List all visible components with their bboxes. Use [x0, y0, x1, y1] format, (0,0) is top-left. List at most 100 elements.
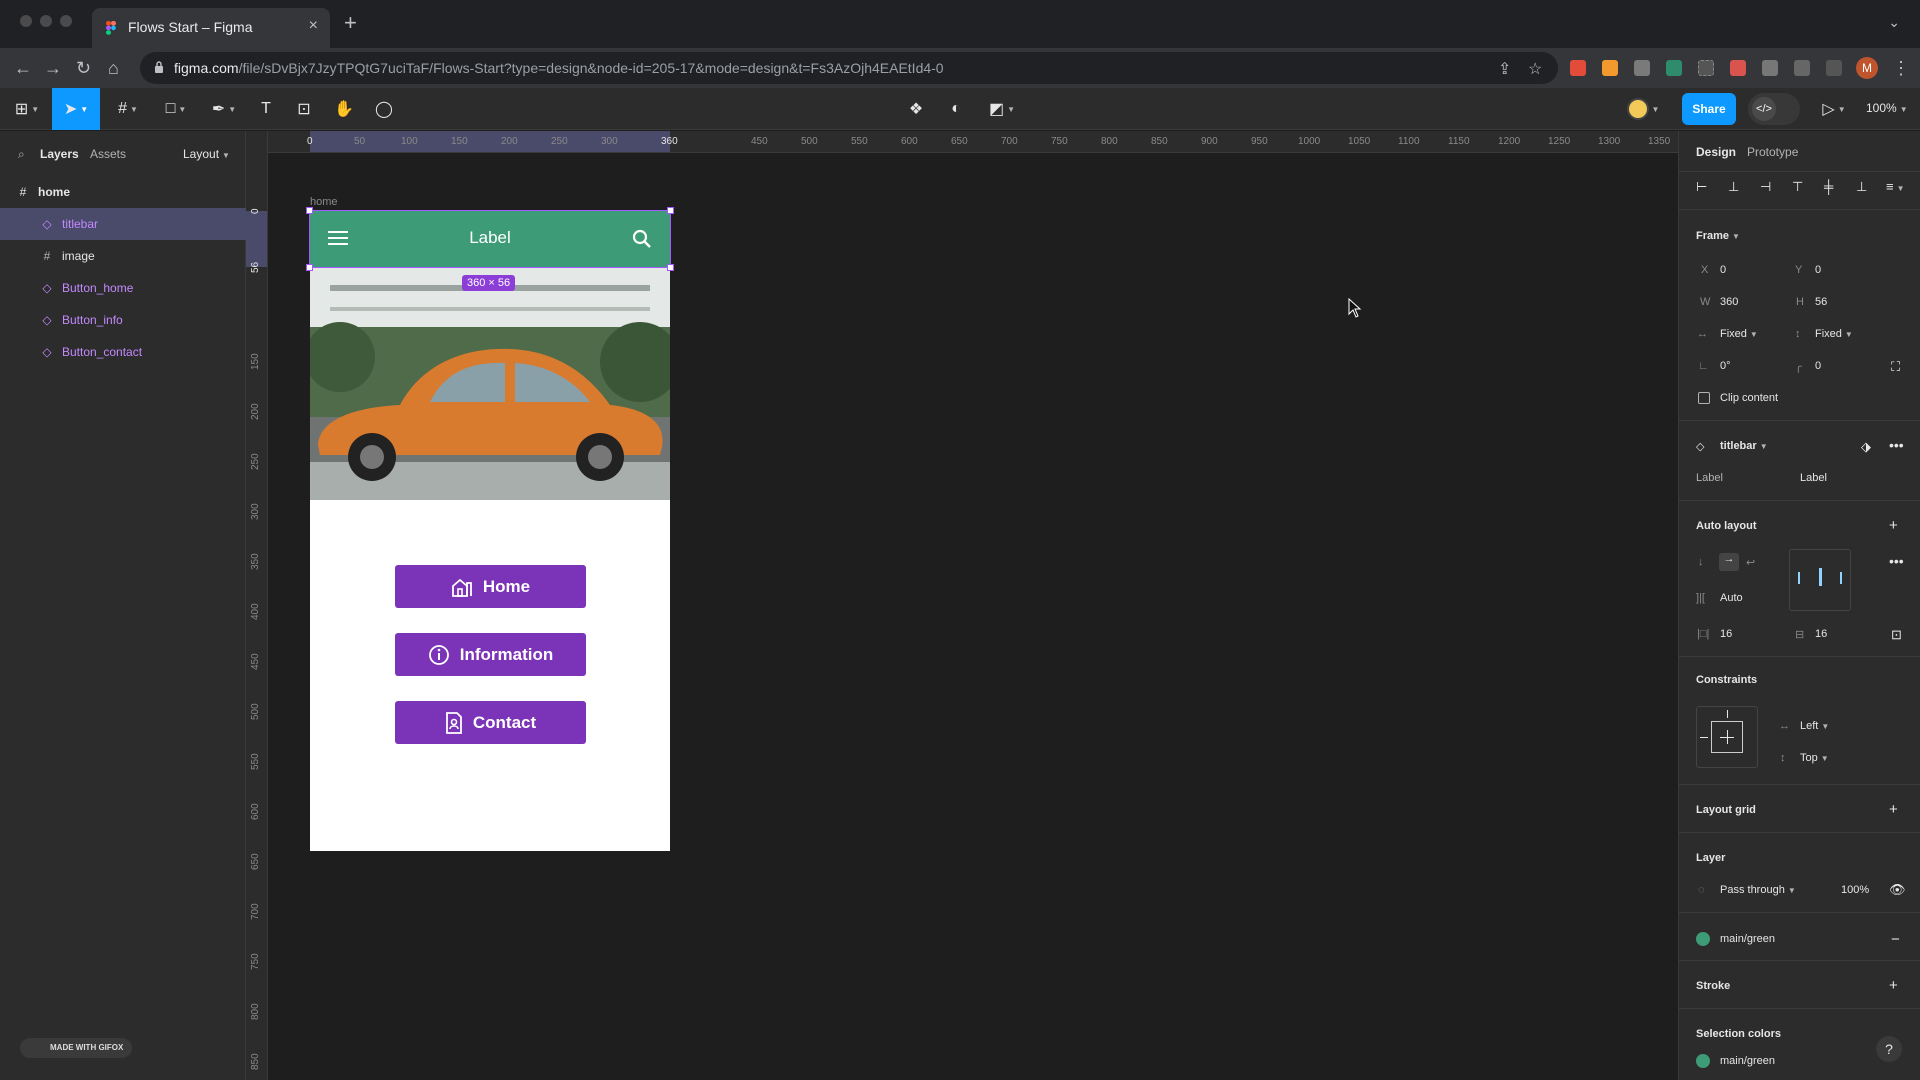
- component-icon[interactable]: ❖: [898, 88, 934, 130]
- profile-avatar[interactable]: M: [1856, 57, 1878, 79]
- text-tool-icon[interactable]: T: [248, 88, 284, 130]
- tab-layers[interactable]: Layers: [40, 147, 79, 161]
- vertical-padding-input[interactable]: 16: [1815, 628, 1827, 640]
- fill-swatch[interactable]: [1696, 932, 1710, 946]
- fill-style-name[interactable]: main/green: [1720, 933, 1775, 945]
- reload-icon[interactable]: ↻: [76, 56, 91, 80]
- browser-menu-icon[interactable]: ⋮: [1892, 56, 1910, 80]
- add-layout-grid-icon[interactable]: +: [1889, 801, 1898, 818]
- bookmark-star-icon[interactable]: ☆: [1528, 59, 1542, 79]
- layer-button-home[interactable]: ◇ Button_home: [0, 272, 246, 304]
- extension-screenshot-icon[interactable]: [1698, 60, 1714, 76]
- present-icon[interactable]: ▷ ▼: [1814, 88, 1854, 130]
- hand-tool-icon[interactable]: ✋: [326, 88, 362, 130]
- resources-icon[interactable]: ⊡: [286, 88, 322, 130]
- button-contact[interactable]: Contact: [395, 701, 586, 744]
- add-auto-layout-icon[interactable]: +: [1889, 517, 1898, 534]
- property-value[interactable]: Label: [1800, 472, 1827, 484]
- layer-titlebar[interactable]: ◇ titlebar: [0, 208, 246, 240]
- comment-tool-icon[interactable]: ◯: [366, 88, 402, 130]
- share-page-icon[interactable]: ⇪: [1498, 59, 1511, 79]
- side-panel-icon[interactable]: [1826, 60, 1842, 76]
- w-input[interactable]: 360: [1720, 296, 1738, 308]
- frame-tool-icon[interactable]: # ▼: [108, 88, 148, 130]
- move-tool-icon[interactable]: ➤ ▼: [52, 88, 100, 130]
- address-bar[interactable]: figma.com/file/sDvBjx7JzyTPQtG7uciTaF/Fl…: [140, 52, 1558, 84]
- constraints-widget[interactable]: [1696, 706, 1758, 768]
- window-zoom-dot[interactable]: [60, 15, 72, 27]
- new-tab-icon[interactable]: +: [344, 12, 357, 34]
- dev-mode-toggle[interactable]: </>: [1748, 93, 1800, 125]
- align-top-icon[interactable]: ⊤: [1792, 179, 1803, 195]
- resize-handle-sw[interactable]: [306, 264, 313, 271]
- align-center-v-icon[interactable]: ╪: [1824, 179, 1833, 194]
- tab-search-chevron-icon[interactable]: ⌄: [1888, 14, 1900, 31]
- go-to-component-icon[interactable]: ⬗: [1861, 439, 1871, 455]
- align-right-icon[interactable]: ⊣: [1760, 179, 1771, 195]
- instance-more-icon[interactable]: •••: [1889, 437, 1904, 453]
- h-input[interactable]: 56: [1815, 296, 1827, 308]
- resize-handle-ne[interactable]: [667, 207, 674, 214]
- height-sizing-dropdown[interactable]: Fixed ▼: [1815, 328, 1853, 340]
- shape-tool-icon[interactable]: □ ▼: [156, 88, 196, 130]
- layer-home[interactable]: # home: [0, 176, 246, 208]
- button-home[interactable]: Home: [395, 565, 586, 608]
- tab-close-icon[interactable]: ×: [309, 17, 318, 35]
- extensions-puzzle-icon[interactable]: [1762, 60, 1778, 76]
- resize-handle-nw[interactable]: [306, 207, 313, 214]
- help-icon[interactable]: ?: [1876, 1036, 1902, 1062]
- horizontal-constraint-dropdown[interactable]: Left ▼: [1800, 720, 1829, 732]
- back-icon[interactable]: ←: [14, 56, 32, 80]
- browser-tab[interactable]: Flows Start – Figma ×: [92, 8, 330, 48]
- eye-icon[interactable]: 👁: [1889, 882, 1906, 898]
- extension-red-icon[interactable]: [1570, 60, 1586, 76]
- y-input[interactable]: 0: [1815, 264, 1821, 276]
- extension-orange-icon[interactable]: [1602, 60, 1618, 76]
- alignment-grid[interactable]: [1789, 549, 1851, 611]
- horizontal-direction-icon[interactable]: →: [1719, 553, 1739, 571]
- vertical-direction-icon[interactable]: ↓: [1698, 556, 1704, 568]
- align-bottom-icon[interactable]: ⊥: [1856, 179, 1867, 195]
- frame-heading[interactable]: Frame ▼: [1696, 230, 1740, 242]
- frame-name-label[interactable]: home: [310, 196, 338, 208]
- layer-button-info[interactable]: ◇ Button_info: [0, 304, 246, 336]
- clip-content-checkbox[interactable]: [1698, 392, 1710, 404]
- tab-assets[interactable]: Assets: [90, 147, 126, 161]
- vertical-constraint-dropdown[interactable]: Top ▼: [1800, 752, 1829, 764]
- window-minimize-dot[interactable]: [40, 15, 52, 27]
- zoom-dropdown[interactable]: 100% ▼: [1866, 101, 1908, 115]
- spacing-input[interactable]: Auto: [1720, 592, 1743, 604]
- individual-padding-icon[interactable]: ⊡: [1891, 627, 1902, 643]
- forward-icon[interactable]: →: [44, 56, 62, 80]
- extension-badge-icon[interactable]: [1730, 60, 1746, 76]
- selection-color-swatch[interactable]: [1696, 1054, 1710, 1068]
- align-center-h-icon[interactable]: ⊥: [1728, 179, 1739, 195]
- extension-green-icon[interactable]: [1666, 60, 1682, 76]
- boolean-icon[interactable]: ◩ ▼: [980, 88, 1024, 130]
- add-stroke-icon[interactable]: +: [1889, 977, 1898, 994]
- resize-handle-se[interactable]: [667, 264, 674, 271]
- extension-camera-icon[interactable]: [1634, 60, 1650, 76]
- share-button[interactable]: Share: [1682, 93, 1736, 125]
- pen-tool-icon[interactable]: ✒ ▼: [204, 88, 244, 130]
- layer-image[interactable]: # image: [0, 240, 246, 272]
- home-frame[interactable]: Label Home Information Contact: [310, 211, 670, 851]
- tab-design[interactable]: Design: [1696, 145, 1736, 159]
- selection-color-name[interactable]: main/green: [1720, 1055, 1775, 1067]
- auto-layout-more-icon[interactable]: •••: [1889, 553, 1904, 569]
- collaborator-avatar[interactable]: ▼: [1620, 88, 1666, 130]
- tab-prototype[interactable]: Prototype: [1747, 145, 1798, 159]
- instance-dropdown[interactable]: titlebar ▼: [1720, 440, 1768, 452]
- wrap-direction-icon[interactable]: ↩: [1746, 556, 1755, 569]
- main-menu-icon[interactable]: ⊞ ▼: [8, 88, 46, 130]
- corner-radius-input[interactable]: 0: [1815, 360, 1821, 372]
- layout-dropdown[interactable]: Layout ▼: [183, 147, 230, 161]
- layer-button-contact[interactable]: ◇ Button_contact: [0, 336, 246, 368]
- layer-opacity-input[interactable]: 100%: [1841, 884, 1869, 896]
- width-sizing-dropdown[interactable]: Fixed ▼: [1720, 328, 1758, 340]
- blend-mode-dropdown[interactable]: Pass through ▼: [1720, 884, 1796, 896]
- x-input[interactable]: 0: [1720, 264, 1726, 276]
- button-info[interactable]: Information: [395, 633, 586, 676]
- mask-icon[interactable]: ◐: [938, 88, 974, 130]
- distribute-icon[interactable]: ≡ ▼: [1886, 179, 1905, 194]
